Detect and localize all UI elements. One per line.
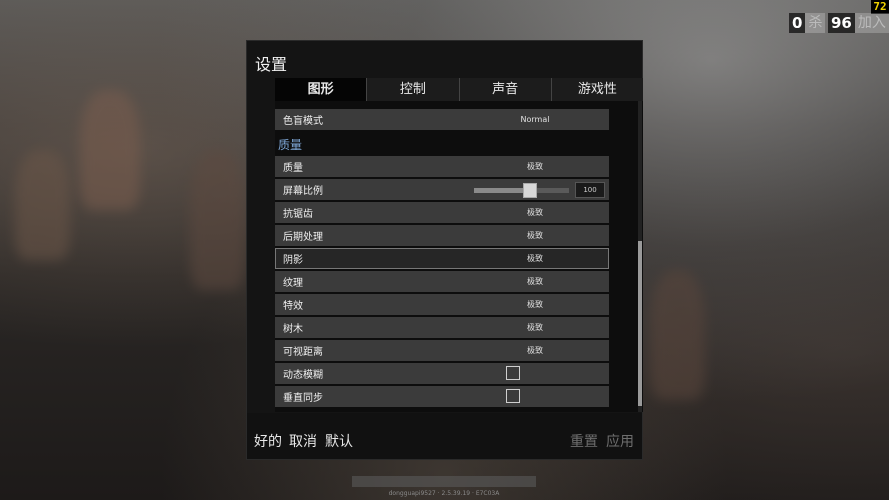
section-heading-quality: 质量 [278, 138, 303, 152]
screen-scale-value-input[interactable]: 100 [575, 182, 605, 198]
tab-controls[interactable]: 控制 [366, 78, 459, 101]
fps-counter: 72 [871, 0, 889, 14]
setting-row-anti-aliasing[interactable]: 抗锯齿 极致 [275, 202, 609, 223]
settings-scrollbar[interactable] [638, 101, 642, 412]
default-button[interactable]: 默认 [325, 431, 353, 451]
setting-label: 纹理 [283, 278, 303, 289]
screen-scale-slider[interactable] [474, 183, 569, 198]
setting-label: 后期处理 [283, 232, 323, 243]
setting-row-shadows[interactable]: 阴影 极致 [275, 248, 609, 269]
setting-value[interactable]: 极致 [485, 322, 585, 333]
scrollbar-thumb[interactable] [638, 241, 642, 406]
setting-row-screen-scale: 屏幕比例 100 [275, 179, 609, 200]
tab-gameplay[interactable]: 游戏性 [550, 78, 643, 101]
graphics-settings-list: 色盲模式 Normal 质量 质量 极致 屏幕比例 100 抗锯齿 极致 后期处… [275, 101, 643, 412]
tab-graphics[interactable]: 图形 [275, 78, 367, 101]
setting-row-effects[interactable]: 特效 极致 [275, 294, 609, 315]
setting-label: 阴影 [283, 255, 303, 266]
kills-counter: 0 杀 [789, 13, 826, 33]
setting-value[interactable]: 极致 [485, 230, 585, 241]
reset-button[interactable]: 重置 [570, 431, 598, 451]
motion-blur-checkbox[interactable] [506, 366, 520, 380]
setting-label: 质量 [283, 163, 303, 174]
setting-row-textures[interactable]: 纹理 极致 [275, 271, 609, 292]
settings-title: 设置 [255, 55, 288, 74]
settings-footer: 好的 取消 默认 重置 应用 [247, 413, 642, 459]
setting-row-colorblind[interactable]: 色盲模式 Normal [275, 109, 609, 130]
background-figure [80, 90, 140, 210]
setting-value[interactable]: 极致 [485, 253, 585, 264]
setting-value[interactable]: 极致 [485, 161, 585, 172]
background-figure [650, 270, 705, 400]
version-label: dongguapi9527 · 2.5.39.19 · E7C03A [388, 490, 500, 497]
setting-row-quality[interactable]: 质量 极致 [275, 156, 609, 177]
kills-label: 杀 [805, 13, 826, 33]
settings-tabs: 图形 控制 声音 游戏性 [275, 78, 643, 101]
setting-label: 色盲模式 [283, 116, 323, 127]
setting-label: 树木 [283, 324, 303, 335]
background-figure [15, 150, 70, 260]
setting-row-post-processing[interactable]: 后期处理 极致 [275, 225, 609, 246]
slider-handle[interactable] [523, 183, 537, 198]
setting-label: 可视距离 [283, 347, 323, 358]
kills-count: 0 [789, 13, 806, 33]
players-joined-counter: 96 加入 [828, 13, 889, 33]
vsync-checkbox[interactable] [506, 389, 520, 403]
cancel-button[interactable]: 取消 [289, 431, 317, 451]
setting-label: 抗锯齿 [283, 209, 313, 220]
setting-label: 垂直同步 [283, 393, 323, 404]
joined-count: 96 [828, 13, 855, 33]
setting-row-vsync: 垂直同步 [275, 386, 609, 407]
setting-value[interactable]: 极致 [485, 345, 585, 356]
slider-fill [474, 188, 530, 193]
joined-label: 加入 [854, 13, 889, 33]
status-bar [352, 476, 536, 487]
settings-panel: 设置 图形 控制 声音 游戏性 色盲模式 Normal 质量 质量 极致 屏幕比… [246, 40, 643, 460]
setting-label: 屏幕比例 [283, 186, 323, 197]
setting-value[interactable]: 极致 [485, 299, 585, 310]
ok-button[interactable]: 好的 [254, 431, 282, 451]
background-figure [190, 150, 245, 290]
setting-row-view-distance[interactable]: 可视距离 极致 [275, 340, 609, 361]
setting-row-foliage[interactable]: 树木 极致 [275, 317, 609, 338]
tab-audio[interactable]: 声音 [458, 78, 551, 101]
setting-label: 特效 [283, 301, 303, 312]
setting-value[interactable]: 极致 [485, 276, 585, 287]
apply-button[interactable]: 应用 [606, 431, 634, 451]
setting-label: 动态模糊 [283, 370, 323, 381]
setting-row-motion-blur: 动态模糊 [275, 363, 609, 384]
setting-value[interactable]: Normal [485, 115, 585, 124]
setting-value[interactable]: 极致 [485, 207, 585, 218]
